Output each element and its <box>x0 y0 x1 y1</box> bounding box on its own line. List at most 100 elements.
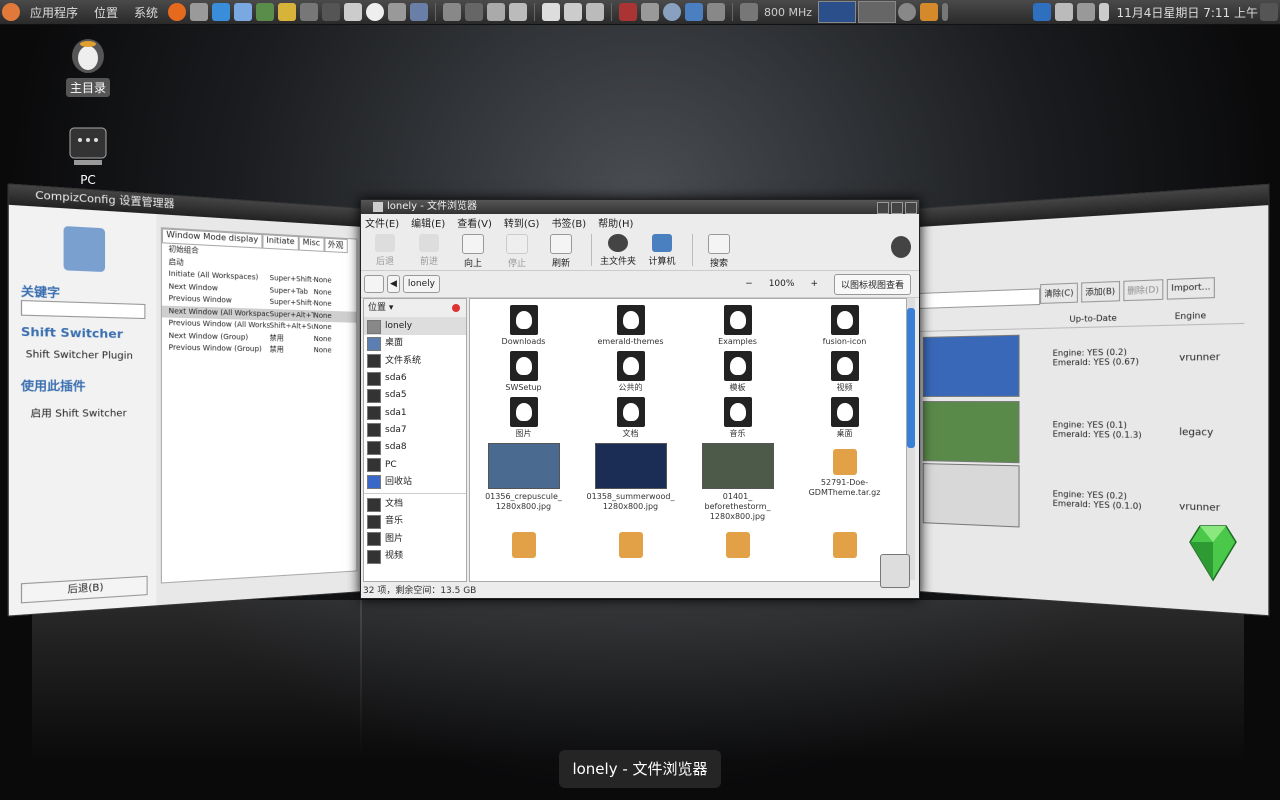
launcher-icon[interactable] <box>212 3 231 21</box>
launcher-icon[interactable] <box>256 3 275 21</box>
theme-preview[interactable] <box>922 334 1020 397</box>
menu-applications[interactable]: 应用程序 <box>22 4 86 21</box>
edit-location-button[interactable] <box>364 275 384 293</box>
menu-file[interactable]: 文件(E) <box>365 215 399 230</box>
file-item[interactable]: SWSetup <box>470 351 577 397</box>
breadcrumb-left-button[interactable]: ◀ <box>387 275 400 293</box>
breadcrumb-current[interactable]: lonely <box>402 275 440 293</box>
clock[interactable]: 11月4日星期日 7:11 上午 <box>1117 4 1258 21</box>
zoom-out-button[interactable]: − <box>745 279 753 289</box>
compizconfig-window[interactable]: CompizConfig 设置管理器 关键字 Shift Switcher Sh… <box>7 183 365 617</box>
theme-preview[interactable] <box>922 463 1020 528</box>
tray-icon[interactable] <box>1032 3 1051 21</box>
workspace-switcher-1[interactable] <box>818 1 857 23</box>
firefox-icon[interactable] <box>168 3 187 21</box>
home-button[interactable]: 主文件夹 <box>598 230 638 267</box>
sidebar-item-place[interactable]: 回收站 <box>364 474 466 491</box>
file-item[interactable]: 01358_summerwood_ 1280x800.jpg <box>577 443 684 526</box>
camera-icon[interactable] <box>300 3 319 21</box>
forward-button[interactable]: 前进 <box>409 230 449 267</box>
file-item[interactable]: 01401_ beforethestorm_ 1280x800.jpg <box>684 443 791 526</box>
file-item[interactable] <box>684 526 791 565</box>
launcher-icon[interactable] <box>278 3 297 21</box>
menu-bookmarks[interactable]: 书签(B) <box>551 215 586 230</box>
close-sidebar-icon[interactable] <box>452 304 460 312</box>
desktop-icon-home[interactable]: 主目录 <box>48 30 128 97</box>
file-item[interactable]: 模板 <box>684 351 791 397</box>
file-item[interactable]: 公共的 <box>577 351 684 397</box>
file-item[interactable]: 音乐 <box>684 397 791 443</box>
stop-button[interactable]: 停止 <box>497 230 537 269</box>
tab[interactable]: Misc <box>298 236 324 252</box>
vertical-scrollbar[interactable] <box>907 298 915 580</box>
refresh-icon[interactable] <box>898 3 917 21</box>
add-button[interactable]: 添加(B) <box>1080 280 1120 303</box>
import-button[interactable]: Import... <box>1166 277 1216 300</box>
sidebar-item-place[interactable]: sda5 <box>364 387 466 404</box>
launcher-icon[interactable] <box>410 3 429 21</box>
up-button[interactable]: 向上 <box>453 230 493 269</box>
back-button[interactable]: 后退 <box>365 230 405 267</box>
sidebar-item-place[interactable]: lonely <box>364 318 466 336</box>
menu-places[interactable]: 位置 <box>86 4 126 21</box>
file-item[interactable]: 52791-Doe- GDMTheme.tar.gz <box>791 443 898 526</box>
file-item[interactable]: 图片 <box>470 397 577 443</box>
refresh-button[interactable]: 刷新 <box>541 230 581 269</box>
sidebar-item-place[interactable]: sda7 <box>364 422 466 439</box>
spreadsheet-icon[interactable] <box>564 3 583 21</box>
close-button[interactable] <box>905 202 917 214</box>
search-button[interactable]: 搜索 <box>699 230 739 269</box>
launcher-icon[interactable] <box>920 3 939 21</box>
file-item[interactable]: Downloads <box>470 305 577 351</box>
sidebar-item-place[interactable]: PC <box>364 456 466 473</box>
launcher-icon[interactable] <box>542 3 561 21</box>
computer-button[interactable]: 计算机 <box>642 230 682 267</box>
file-browser-window[interactable]: lonely - 文件浏览器 文件(E) 编辑(E) 查看(V) 转到(G) 书… <box>360 199 920 599</box>
file-item[interactable]: 桌面 <box>791 397 898 443</box>
file-item[interactable]: emerald-themes <box>577 305 684 351</box>
sidebar-item-place[interactable]: sda8 <box>364 439 466 456</box>
file-item[interactable]: 视频 <box>791 351 898 397</box>
menu-view[interactable]: 查看(V) <box>457 215 492 230</box>
menu-edit[interactable]: 编辑(E) <box>411 215 445 230</box>
sidebar-item-bookmark[interactable]: 文档 <box>364 496 466 513</box>
file-item[interactable]: fusion-icon <box>791 305 898 351</box>
launcher-icon[interactable] <box>322 3 341 21</box>
power-icon[interactable] <box>1260 3 1278 21</box>
column-header[interactable]: Engine <box>1175 311 1206 322</box>
volume-icon[interactable] <box>1098 3 1109 21</box>
menu-system[interactable]: 系统 <box>126 4 166 21</box>
ubuntu-logo-icon[interactable] <box>2 3 20 21</box>
table-row[interactable]: Previous Window (Group) 禁用 None <box>162 342 356 357</box>
sidebar-item-bookmark[interactable]: 视频 <box>364 548 466 565</box>
sidebar-item-place[interactable]: 桌面 <box>364 335 466 352</box>
sidebar-item-bookmark[interactable]: 图片 <box>364 531 466 548</box>
theme-preview[interactable] <box>922 401 1020 464</box>
back-button[interactable]: 后退(B) <box>20 575 148 604</box>
file-item[interactable]: Examples <box>684 305 791 351</box>
file-item[interactable] <box>470 526 577 565</box>
launcher-icon[interactable] <box>619 3 638 21</box>
column-header[interactable]: Up-to-Date <box>1069 313 1116 324</box>
file-item[interactable]: 文档 <box>577 397 684 443</box>
view-mode-select[interactable]: 以图标视图查看 <box>833 273 911 295</box>
show-desktop-icon[interactable] <box>443 3 462 21</box>
tray-icon[interactable] <box>1054 3 1073 21</box>
theme-search-input[interactable] <box>918 288 1041 309</box>
launcher-icon[interactable] <box>234 3 253 21</box>
launcher-icon[interactable] <box>465 3 484 21</box>
desktop-icon-pc[interactable]: PC <box>48 124 128 188</box>
handle-icon[interactable] <box>942 3 949 21</box>
minimize-button[interactable] <box>877 202 889 214</box>
zoom-in-button[interactable]: + <box>810 279 818 289</box>
sidebar-item-bookmark[interactable]: 音乐 <box>364 513 466 530</box>
menu-help[interactable]: 帮助(H) <box>598 215 633 230</box>
users-icon[interactable] <box>663 3 682 21</box>
launcher-icon[interactable] <box>509 3 528 21</box>
sidebar-item-place[interactable]: 文件系统 <box>364 353 466 370</box>
clear-button[interactable]: 清除(C) <box>1040 282 1078 304</box>
icon-view[interactable]: Downloads emerald-themes Examples fusion-ic… <box>469 298 907 582</box>
menu-go[interactable]: 转到(G) <box>504 215 540 230</box>
launcher-icon[interactable] <box>388 3 407 21</box>
network-icon[interactable] <box>1076 3 1095 21</box>
